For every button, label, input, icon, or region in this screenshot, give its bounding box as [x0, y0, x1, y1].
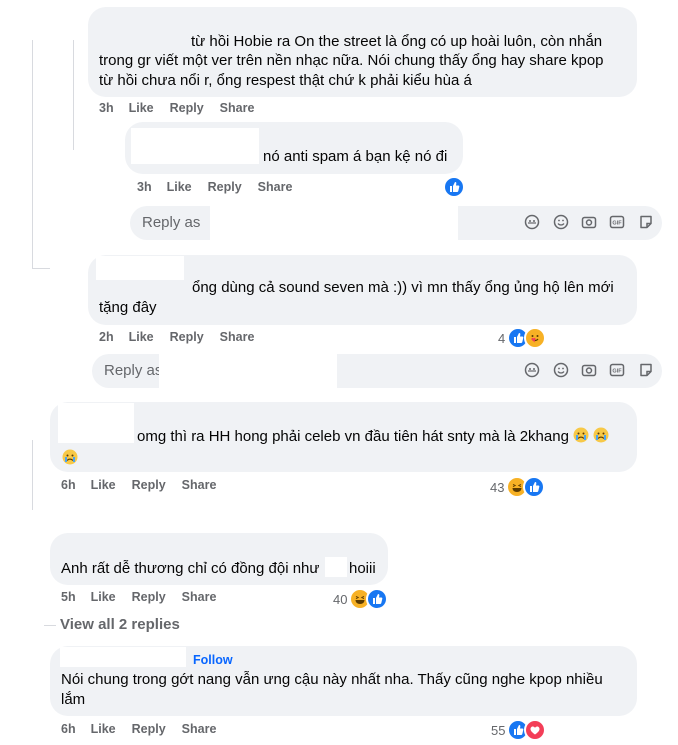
timestamp[interactable]: 6h: [61, 722, 76, 736]
reply-button[interactable]: Reply: [132, 478, 166, 492]
thread-line: [32, 440, 33, 510]
comment-actions: 6h Like Reply Share: [61, 478, 232, 492]
camera-icon[interactable]: [581, 362, 597, 378]
love-reaction-icon: [524, 719, 547, 741]
share-button[interactable]: Share: [182, 478, 217, 492]
comment-text: Anh rất dễ thương chỉ có đồng đội như: [61, 560, 320, 577]
share-button[interactable]: Share: [182, 722, 217, 736]
sticker-icon[interactable]: [638, 362, 654, 378]
reaction-summary[interactable]: 4: [498, 327, 547, 349]
reply-button[interactable]: Reply: [170, 330, 204, 344]
gif-icon[interactable]: GIF: [609, 214, 625, 230]
avatar-sticker-icon[interactable]: [524, 362, 540, 378]
redacted-name: [58, 403, 134, 443]
emoji-icon[interactable]: [553, 362, 569, 378]
redacted-name: [98, 14, 184, 32]
timestamp[interactable]: 2h: [99, 330, 114, 344]
like-button[interactable]: Like: [167, 180, 192, 194]
share-button[interactable]: Share: [220, 101, 255, 115]
avatar-sticker-icon[interactable]: [524, 214, 540, 230]
crying-emoji-icon: [593, 427, 609, 443]
comment-actions: 3h Like Reply Share: [137, 180, 308, 194]
like-button[interactable]: Like: [91, 478, 116, 492]
comment-text: trong gr viết một ver trên nền nhạc nữa.…: [99, 52, 604, 69]
reaction-summary[interactable]: [443, 176, 465, 198]
comment-text: ổng dùng cả sound seven mà :)) vì mn thấ…: [192, 279, 614, 296]
reply-input[interactable]: Reply as GIF: [130, 206, 662, 240]
comment-actions: 6h Like Reply Share: [61, 722, 232, 736]
comment-text: hoiii: [349, 560, 376, 577]
crying-emoji-icon: [573, 427, 589, 443]
crying-emoji-icon: [62, 449, 78, 465]
camera-icon[interactable]: [581, 214, 597, 230]
reaction-count: 4: [498, 330, 506, 346]
reply-button[interactable]: Reply: [132, 590, 166, 604]
reply-input[interactable]: Reply as GIF: [92, 354, 662, 388]
comment-text: nó anti spam á bạn kệ nó đi: [263, 148, 448, 165]
comment-actions: 2h Like Reply Share: [99, 330, 270, 344]
reaction-count: 55: [491, 722, 506, 738]
comment-text: tặng đây: [99, 299, 157, 316]
timestamp[interactable]: 6h: [61, 478, 76, 492]
timestamp[interactable]: 3h: [137, 180, 152, 194]
timestamp[interactable]: 3h: [99, 101, 114, 115]
comment-text: từ hồi Hobie ra On the street là ổng có …: [191, 33, 603, 50]
timestamp[interactable]: 5h: [61, 590, 76, 604]
comment-text: lắm: [61, 691, 86, 708]
reply-placeholder: Reply as: [104, 362, 163, 379]
redacted-name: [210, 206, 458, 240]
care-reaction-icon: [524, 327, 547, 349]
reaction-count: 43: [490, 479, 505, 495]
view-all-connector: [44, 625, 56, 626]
redacted-name: [131, 128, 259, 164]
redacted-name: [96, 256, 184, 280]
thread-line: [73, 40, 74, 150]
comment-text: từ hồi chưa nổi r, ổng respest thật chứ …: [99, 72, 472, 89]
reply-button[interactable]: Reply: [170, 101, 204, 115]
reaction-summary[interactable]: 43: [490, 476, 546, 498]
reply-button[interactable]: Reply: [132, 722, 166, 736]
comment-actions: 5h Like Reply Share: [61, 590, 232, 604]
redacted-name: [159, 354, 337, 388]
sticker-icon[interactable]: [638, 214, 654, 230]
thread-connector: [32, 268, 50, 269]
svg-text:GIF: GIF: [612, 221, 622, 227]
gif-icon[interactable]: GIF: [609, 362, 625, 378]
like-reaction-icon: [366, 588, 389, 610]
reaction-summary[interactable]: 55: [491, 719, 547, 741]
thread-line: [32, 40, 33, 268]
reaction-summary[interactable]: 40: [333, 588, 389, 610]
emoji-icon[interactable]: [553, 214, 569, 230]
reply-button[interactable]: Reply: [208, 180, 242, 194]
view-all-replies-link[interactable]: View all 2 replies: [60, 616, 180, 633]
like-button[interactable]: Like: [91, 590, 116, 604]
follow-link[interactable]: Follow: [193, 653, 233, 667]
like-button[interactable]: Like: [91, 722, 116, 736]
like-button[interactable]: Like: [129, 101, 154, 115]
reaction-count: 40: [333, 591, 348, 607]
like-reaction-icon: [523, 476, 546, 498]
comment-text: omg thì ra HH hong phải celeb vn đầu tiê…: [137, 426, 609, 447]
svg-text:GIF: GIF: [612, 369, 622, 375]
share-button[interactable]: Share: [182, 590, 217, 604]
comment-text: Nói chung trong gớt nang vẫn ưng cậu này…: [61, 671, 603, 688]
share-button[interactable]: Share: [220, 330, 255, 344]
redacted-name: [60, 647, 186, 667]
reply-placeholder: Reply as: [142, 214, 201, 231]
like-button[interactable]: Like: [129, 330, 154, 344]
redacted-name: [325, 557, 347, 577]
share-button[interactable]: Share: [258, 180, 293, 194]
comment-actions: 3h Like Reply Share: [99, 101, 270, 115]
like-reaction-icon: [443, 176, 465, 198]
